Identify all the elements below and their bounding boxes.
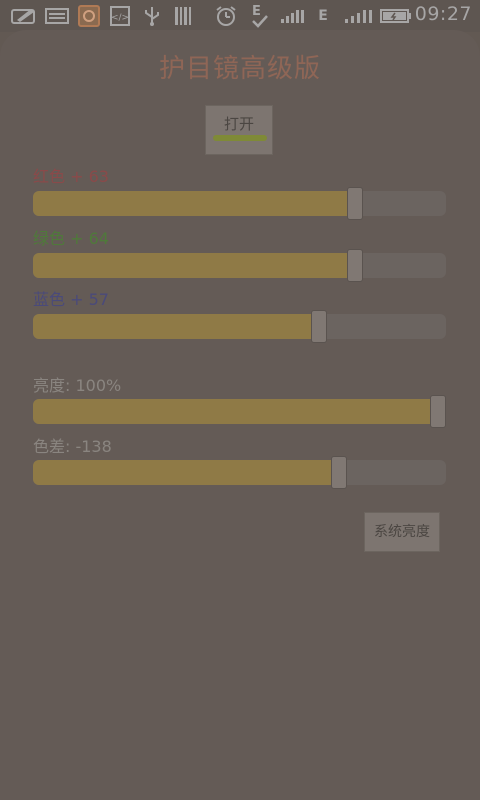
brightness-slider-fill [33,399,438,424]
green-slider-fill [33,253,355,278]
battery-icon [380,5,412,27]
red-slider-thumb[interactable] [347,187,363,220]
system-brightness-button[interactable]: 系统亮度 [364,512,440,552]
toggle-indicator [213,135,267,141]
red-slider-fill [33,191,355,216]
e-check-icon: E [248,4,270,28]
color-difference-slider-fill [33,460,339,485]
app-title: 护目镜高级版 [158,54,321,84]
toggle-button-label: 打开 [223,115,254,133]
alarm-icon [213,5,239,27]
pencil-icon [10,5,38,27]
color-difference-slider[interactable] [33,456,446,489]
usb-icon [142,5,162,27]
color-difference-slider-thumb[interactable] [331,456,347,489]
toggle-button[interactable]: 打开 [205,105,273,155]
signal-icon [280,5,306,27]
signal-icon-2 [344,5,374,27]
blue-slider-thumb[interactable] [311,310,327,343]
status-bar: </> E E 09:27 [0,0,480,32]
app-icon [77,5,101,27]
clock: 09:27 [414,3,472,25]
blue-label: 蓝色 + 57 [33,290,109,309]
svg-text:E: E [252,4,261,19]
brightness-slider[interactable] [33,395,446,428]
brightness-slider-thumb[interactable] [430,395,446,428]
network-type-label: E [318,8,328,24]
green-label: 绿色 + 64 [33,229,109,248]
color-difference-label: 色差: -138 [33,437,112,456]
keyboard-icon [44,5,70,27]
green-slider[interactable] [33,249,446,282]
svg-text:</>: </> [111,13,129,23]
barcode-icon [173,5,195,27]
green-slider-thumb[interactable] [347,249,363,282]
blue-slider-fill [33,314,319,339]
code-icon: </> [109,5,131,27]
blue-slider[interactable] [33,310,446,343]
red-label: 红色 + 63 [33,167,109,186]
red-slider[interactable] [33,187,446,220]
brightness-label: 亮度: 100% [33,376,122,395]
